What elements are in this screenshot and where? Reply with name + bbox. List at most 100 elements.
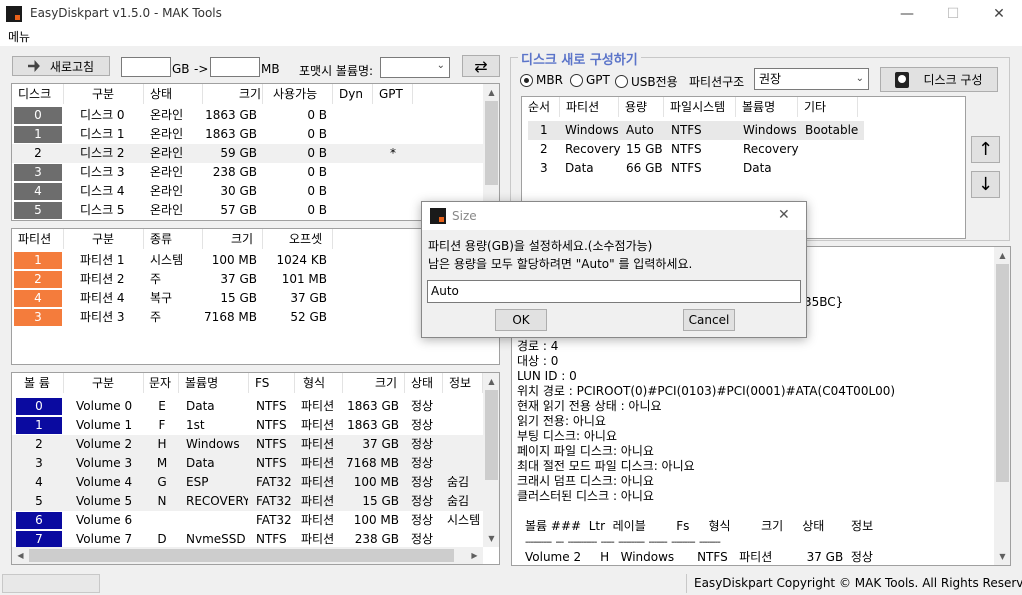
scroll-up-icon[interactable]: ▲ <box>483 373 499 390</box>
table-row[interactable]: 2 Recovery 15 GB NTFS Recovery <box>528 140 864 159</box>
size-to-input[interactable] <box>210 57 260 77</box>
dialog-close-button[interactable]: ✕ <box>778 207 790 223</box>
volume-info <box>447 416 485 435</box>
volume-info <box>447 435 485 454</box>
table-row[interactable]: 1 Volume 1 F 1st NTFS 파티션 1863 GB 정상 <box>12 416 483 435</box>
scroll-down-icon[interactable]: ▼ <box>483 530 499 547</box>
scroll-thumb[interactable] <box>29 549 454 562</box>
table-row[interactable]: 1 Windows Auto NTFS Windows Bootable <box>528 121 864 140</box>
table-row[interactable]: 6 Volume 6 FAT32 파티션 100 MB 정상 시스템 <box>12 511 483 530</box>
dialog-title: Size <box>452 209 477 223</box>
table-row[interactable]: 0 Volume 0 E Data NTFS 파티션 1863 GB 정상 <box>12 397 483 416</box>
col-header[interactable]: FS <box>249 373 295 393</box>
disk-name: 디스크 2 <box>80 146 125 160</box>
close-button[interactable]: ✕ <box>976 0 1022 28</box>
radio-icon <box>570 73 583 87</box>
table-row[interactable]: 4 디스크 4 온라인 30 GB 0 B <box>12 182 483 201</box>
col-header[interactable]: 순서 <box>522 97 560 117</box>
col-header[interactable]: 볼 륨 <box>12 373 64 393</box>
scroll-thumb[interactable] <box>996 264 1009 482</box>
radio-usb[interactable]: USB전용 <box>615 73 678 90</box>
status-bar: EasyDiskpart Copyright © MAK Tools. All … <box>0 572 1022 595</box>
refresh-button[interactable]: 새로고침 <box>12 56 110 76</box>
size-from-input[interactable] <box>121 57 171 77</box>
col-header[interactable]: 상태 <box>144 84 203 104</box>
scroll-thumb[interactable] <box>485 390 498 480</box>
col-header[interactable]: 오프셋 <box>263 229 333 249</box>
col-header[interactable]: 크기 <box>203 84 263 104</box>
table-row[interactable]: 5 디스크 5 온라인 57 GB 0 B <box>12 201 483 220</box>
col-header[interactable]: 형식 <box>295 373 343 393</box>
col-header[interactable]: 파일시스템 <box>664 97 736 117</box>
table-row[interactable]: 3 Data 66 GB NTFS Data <box>528 159 864 178</box>
disk-list-scrollbar[interactable]: ▲ ▼ <box>483 84 499 220</box>
vol-separator: ---------- --- ----------- ----- -------… <box>525 537 721 548</box>
col-header[interactable]: 크기 <box>343 373 405 393</box>
info-scrollbar[interactable]: ▲ ▼ <box>994 247 1010 565</box>
col-header[interactable]: 문자 <box>144 373 179 393</box>
table-row[interactable]: 1 디스크 1 온라인 1863 GB 0 B <box>12 125 483 144</box>
structure-caption: 파티션구조 <box>689 75 745 89</box>
col-header[interactable]: 구분 <box>64 229 144 249</box>
volume-size: 15 GB <box>362 494 399 508</box>
cancel-button[interactable]: Cancel <box>683 309 735 331</box>
col-header[interactable]: 볼륨명 <box>179 373 249 393</box>
volume-list: 볼 륨 구분 문자 볼륨명 FS 형식 크기 상태 정보 0 Volume 0 E D… <box>11 372 500 565</box>
volume-status: 정상 <box>411 437 434 451</box>
col-header[interactable]: 사용가능 <box>263 84 333 104</box>
col-header[interactable]: 파티션 <box>12 229 64 249</box>
table-row[interactable]: 3 디스크 3 온라인 238 GB 0 B <box>12 163 483 182</box>
scroll-up-icon[interactable]: ▲ <box>483 84 499 101</box>
table-row[interactable]: 5 Volume 5 N RECOVERY FAT32 파티션 15 GB 정상 숨김 <box>12 492 483 511</box>
col-header[interactable]: Dyn <box>333 84 373 104</box>
configure-disk-button[interactable]: 디스크 구성 <box>880 67 998 92</box>
col-header[interactable]: 종류 <box>144 229 203 249</box>
col-header[interactable]: 크기 <box>203 229 263 249</box>
col-header[interactable]: 상태 <box>405 373 443 393</box>
disk-number: 5 <box>14 202 62 219</box>
col-header[interactable]: GPT <box>373 84 413 104</box>
volume-list-scrollbar[interactable]: ▲ ▼ <box>483 373 499 547</box>
menu-item[interactable]: 메뉴 <box>8 28 30 45</box>
vol-header: 볼륨 ### Ltr 레이블 Fs 형식 크기 상태 정보 <box>525 519 874 533</box>
volume-summary: 볼륨 ### Ltr 레이블 Fs 형식 크기 상태 정보 ----------… <box>525 519 873 565</box>
col-header[interactable]: 구분 <box>64 373 144 393</box>
col-header[interactable]: 용량 <box>619 97 664 117</box>
volume-info: 시스템 <box>447 513 481 527</box>
unit-mb-label: MB <box>261 62 280 76</box>
radio-gpt[interactable]: GPT <box>570 73 610 87</box>
unit-gb-label: GB <box>172 62 190 76</box>
col-header[interactable]: 기타 <box>798 97 858 117</box>
disk-gpt <box>373 125 413 144</box>
move-down-button[interactable]: ↓ <box>971 171 1000 198</box>
swap-button[interactable]: ⇄ <box>462 55 500 77</box>
volume-label-select[interactable]: ⌄ <box>380 57 450 78</box>
col-header[interactable]: 정보 <box>443 373 483 393</box>
col-header[interactable]: 디스크 <box>12 84 64 104</box>
configure-disk-label: 디스크 구성 <box>923 73 983 87</box>
size-input[interactable]: Auto <box>427 280 801 303</box>
col-header[interactable]: 파티션 <box>560 97 619 117</box>
col-header[interactable]: 볼륨명 <box>736 97 798 117</box>
table-row[interactable]: 0 디스크 0 온라인 1863 GB 0 B <box>12 106 483 125</box>
volume-letter: G <box>157 475 167 489</box>
scroll-left-icon[interactable]: ◀ <box>12 547 29 564</box>
scroll-thumb[interactable] <box>485 101 498 185</box>
minimize-button[interactable]: — <box>884 0 930 28</box>
layout-fs: NTFS <box>671 142 702 156</box>
scroll-right-icon[interactable]: ▶ <box>466 547 483 564</box>
table-row[interactable]: 4 Volume 4 G ESP FAT32 파티션 100 MB 정상 숨김 <box>12 473 483 492</box>
table-row[interactable]: 3 Volume 3 M Data NTFS 파티션 7168 MB 정상 <box>12 454 483 473</box>
table-row[interactable]: 2 디스크 2 온라인 59 GB 0 B * <box>12 144 483 163</box>
ok-button[interactable]: OK <box>495 309 547 331</box>
structure-select[interactable]: 권장 ⌄ <box>754 68 869 90</box>
table-row[interactable]: 2 Volume 2 H Windows NTFS 파티션 37 GB 정상 <box>12 435 483 454</box>
scroll-down-icon[interactable]: ▼ <box>994 548 1010 565</box>
maximize-button[interactable]: ☐ <box>930 0 976 28</box>
volume-list-hscrollbar[interactable]: ◀ ▶ <box>12 547 483 564</box>
radio-mbr[interactable]: MBR <box>520 73 563 87</box>
col-header[interactable]: 구분 <box>64 84 144 104</box>
layout-size: Auto <box>626 123 654 137</box>
move-up-button[interactable]: ↑ <box>971 136 1000 163</box>
scroll-up-icon[interactable]: ▲ <box>994 247 1010 264</box>
